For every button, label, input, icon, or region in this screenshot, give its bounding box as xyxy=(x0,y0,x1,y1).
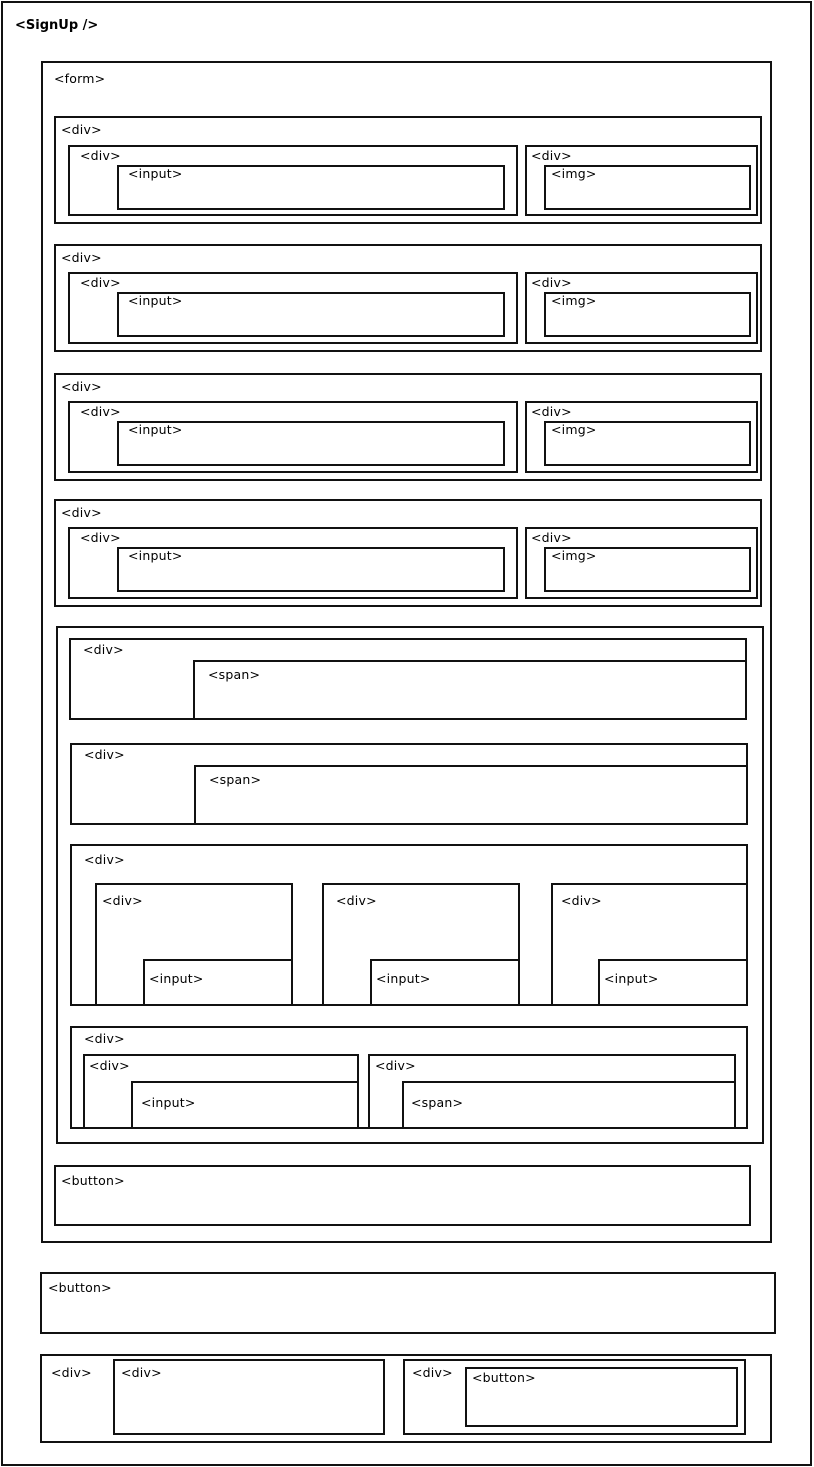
input-trio-col-2-input-label: <input> xyxy=(376,971,431,986)
input-trio-row-label: <div> xyxy=(84,852,125,867)
footer-left-div-label: <div> xyxy=(121,1365,162,1380)
standalone-button-label: <button> xyxy=(48,1280,112,1295)
field-row-4-input-wrap-label: <div> xyxy=(80,530,121,545)
span-row-2-span xyxy=(194,765,748,825)
span-row-1-span-label: <span> xyxy=(208,667,261,682)
input-span-row-right-label: <div> xyxy=(375,1058,416,1073)
field-row-2-img-label: <img> xyxy=(551,293,597,308)
span-row-2-label: <div> xyxy=(84,747,125,762)
input-trio-col-3-label: <div> xyxy=(561,893,602,908)
field-row-1-img-label: <img> xyxy=(551,166,597,181)
form-label: <form> xyxy=(54,71,106,86)
field-row-1-input-label: <input> xyxy=(128,166,183,181)
field-row-4-img-wrap-label: <div> xyxy=(531,530,572,545)
field-row-3-label: <div> xyxy=(61,379,102,394)
field-row-2-input-wrap-label: <div> xyxy=(80,275,121,290)
component-title: <SignUp /> xyxy=(15,18,99,33)
span-row-2-span-label: <span> xyxy=(209,772,262,787)
input-trio-col-2-label: <div> xyxy=(336,893,377,908)
field-row-4-input-label: <input> xyxy=(128,548,183,563)
span-row-1-span xyxy=(193,660,747,720)
field-row-4-label: <div> xyxy=(61,505,102,520)
input-trio-col-3-input-label: <input> xyxy=(604,971,659,986)
standalone-button[interactable] xyxy=(40,1272,776,1334)
field-row-1-label: <div> xyxy=(61,122,102,137)
form-submit-button[interactable] xyxy=(54,1165,751,1226)
field-row-3-img-wrap-label: <div> xyxy=(531,404,572,419)
field-row-2-img-wrap-label: <div> xyxy=(531,275,572,290)
input-span-row-label: <div> xyxy=(84,1031,125,1046)
input-trio-col-1-input-label: <input> xyxy=(149,971,204,986)
field-row-3-input-wrap-label: <div> xyxy=(80,404,121,419)
field-row-2-input-label: <input> xyxy=(128,293,183,308)
field-row-2-label: <div> xyxy=(61,250,102,265)
footer-right-button-label: <button> xyxy=(472,1370,536,1385)
field-row-3-input-label: <input> xyxy=(128,422,183,437)
field-row-1-img-wrap-label: <div> xyxy=(531,148,572,163)
input-span-row-left-label: <div> xyxy=(89,1058,130,1073)
field-row-4-img-label: <img> xyxy=(551,548,597,563)
footer-row-label: <div> xyxy=(51,1365,92,1380)
input-span-row-left-input-label: <input> xyxy=(141,1095,196,1110)
form-submit-button-label: <button> xyxy=(61,1173,125,1188)
input-span-row-right-span-label: <span> xyxy=(411,1095,464,1110)
field-row-1-input-wrap-label: <div> xyxy=(80,148,121,163)
footer-right-div-label: <div> xyxy=(412,1365,453,1380)
field-row-3-img-label: <img> xyxy=(551,422,597,437)
span-row-1-label: <div> xyxy=(83,642,124,657)
input-trio-col-1-label: <div> xyxy=(102,893,143,908)
